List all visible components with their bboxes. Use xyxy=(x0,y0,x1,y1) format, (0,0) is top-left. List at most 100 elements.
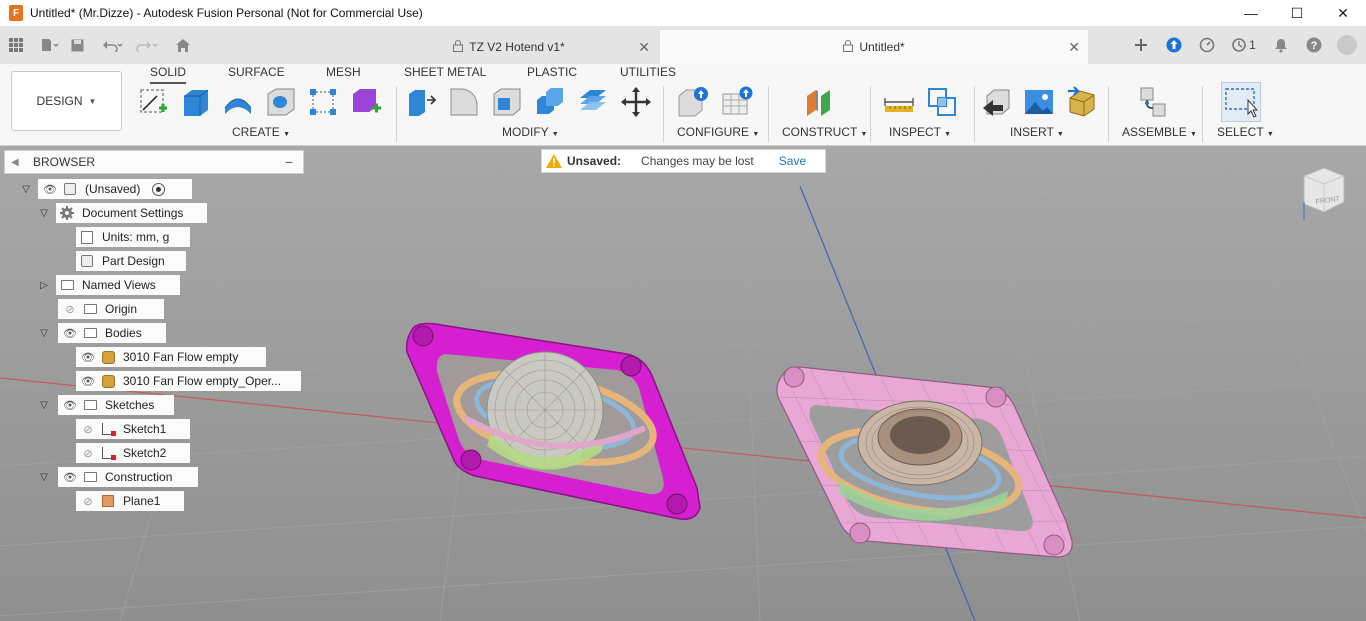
data-panel-grid-icon[interactable] xyxy=(5,34,27,56)
chevron-down-icon[interactable]: ▽ xyxy=(20,183,32,195)
create-menu[interactable]: CREATE ▼ xyxy=(232,125,290,139)
undo-icon[interactable] xyxy=(102,34,124,56)
user-avatar[interactable] xyxy=(1336,34,1358,56)
create-form-icon[interactable] xyxy=(350,86,382,118)
maximize-button[interactable]: ☐ xyxy=(1274,0,1320,26)
tab-untitled[interactable]: Untitled* ✕ xyxy=(660,30,1088,64)
chevron-down-icon: ▼ xyxy=(1190,131,1197,138)
visibility-hidden-icon[interactable]: ⊘ xyxy=(81,494,95,508)
configuration-table-icon[interactable] xyxy=(721,86,753,118)
visibility-eye-icon[interactable]: 👁 xyxy=(63,398,77,412)
tab-label: Untitled* xyxy=(859,40,905,54)
visibility-eye-icon[interactable]: 👁 xyxy=(63,326,77,340)
chevron-right-icon[interactable]: ▷ xyxy=(38,279,50,291)
tree-units[interactable]: Units: mm, g xyxy=(76,227,190,247)
construct-menu[interactable]: CONSTRUCT ▼ xyxy=(782,125,867,139)
workspace-switcher[interactable]: DESIGN ▼ xyxy=(11,71,122,131)
visibility-hidden-icon[interactable]: ⊘ xyxy=(81,446,95,460)
assemble-menu[interactable]: ASSEMBLE ▼ xyxy=(1122,125,1197,139)
tab-sheet-metal[interactable]: SHEET METAL xyxy=(404,65,486,79)
interference-icon[interactable] xyxy=(926,86,958,118)
modify-menu[interactable]: MODIFY ▼ xyxy=(502,125,559,139)
visibility-eye-icon[interactable]: 👁 xyxy=(63,470,77,484)
browser-panel-header[interactable]: ◀ BROWSER − xyxy=(4,150,304,174)
joint-icon[interactable] xyxy=(1139,86,1171,118)
chevron-down-icon[interactable]: ▽ xyxy=(38,207,50,219)
visibility-eye-icon[interactable]: 👁 xyxy=(81,374,95,388)
tab-plastic[interactable]: PLASTIC xyxy=(527,65,577,79)
combine-icon[interactable] xyxy=(534,86,566,118)
insert-mesh-icon[interactable] xyxy=(1066,86,1098,118)
view-cube[interactable]: FRONT xyxy=(1296,160,1348,220)
shell-icon[interactable] xyxy=(491,86,523,118)
revolve-icon[interactable] xyxy=(222,86,254,118)
tree-sketch-2[interactable]: ⊘ Sketch2 xyxy=(76,443,190,463)
tree-origin[interactable]: ⊘ Origin xyxy=(58,299,164,319)
fan-body-magenta[interactable] xyxy=(395,318,715,528)
measure-icon[interactable] xyxy=(883,86,915,118)
new-tab-plus-icon[interactable] xyxy=(1130,34,1152,56)
tree-bodies[interactable]: 👁 Bodies xyxy=(58,323,166,343)
redo-icon[interactable] xyxy=(136,34,158,56)
visibility-eye-icon[interactable]: 👁 xyxy=(81,350,95,364)
tree-construction[interactable]: 👁 Construction xyxy=(58,467,198,487)
tree-plane-1[interactable]: ⊘ Plane1 xyxy=(76,491,184,511)
help-icon[interactable]: ? xyxy=(1303,34,1325,56)
offset-plane-icon[interactable] xyxy=(804,86,836,118)
visibility-hidden-icon[interactable]: ⊘ xyxy=(81,422,95,436)
activate-radio-icon[interactable] xyxy=(152,182,166,196)
insert-derive-icon[interactable] xyxy=(981,86,1013,118)
create-pattern-icon[interactable] xyxy=(307,86,339,118)
fan-body-pink[interactable] xyxy=(770,361,1080,561)
offset-face-icon[interactable] xyxy=(577,86,609,118)
online-status-icon[interactable] xyxy=(1196,34,1218,56)
create-sketch-icon[interactable] xyxy=(137,86,169,118)
fillet-icon[interactable] xyxy=(448,86,480,118)
notifications-bell-icon[interactable] xyxy=(1270,34,1292,56)
panel-collapse-icon[interactable]: ◀ xyxy=(11,157,25,168)
tab-tz-v2-hotend[interactable]: TZ V2 Hotend v1* ✕ xyxy=(360,30,658,64)
tree-part-design[interactable]: Part Design xyxy=(76,251,186,271)
job-status[interactable]: 1 xyxy=(1229,34,1259,56)
inspect-label: INSPECT xyxy=(889,125,941,139)
insert-menu[interactable]: INSERT ▼ xyxy=(1010,125,1064,139)
inspect-menu[interactable]: INSPECT ▼ xyxy=(889,125,951,139)
close-window-button[interactable]: ✕ xyxy=(1320,0,1366,26)
save-link[interactable]: Save xyxy=(779,154,806,168)
close-tab-icon[interactable]: ✕ xyxy=(1068,39,1080,56)
tree-body-2[interactable]: 👁 3010 Fan Flow empty_Oper... xyxy=(76,371,301,391)
visibility-eye-icon[interactable]: 👁 xyxy=(43,182,57,196)
tab-utilities[interactable]: UTILITIES xyxy=(620,65,676,79)
document-icon xyxy=(80,230,94,244)
file-menu-icon[interactable] xyxy=(39,34,61,56)
tab-mesh[interactable]: MESH xyxy=(326,65,361,79)
save-icon[interactable] xyxy=(66,34,88,56)
title-bar: F Untitled* (Mr.Dizze) - Autodesk Fusion… xyxy=(0,0,1366,26)
configure-design-icon[interactable] xyxy=(677,86,709,118)
press-pull-icon[interactable] xyxy=(405,86,437,118)
tree-root[interactable]: 👁 (Unsaved) xyxy=(38,179,192,199)
chevron-down-icon[interactable]: ▽ xyxy=(38,471,50,483)
tree-document-settings[interactable]: Document Settings xyxy=(56,203,207,223)
move-icon[interactable] xyxy=(620,86,652,118)
create-box-icon[interactable] xyxy=(180,86,212,118)
minimize-button[interactable]: — xyxy=(1228,0,1274,26)
configure-menu[interactable]: CONFIGURE ▼ xyxy=(677,125,759,139)
hole-icon[interactable] xyxy=(265,86,297,118)
tree-named-views[interactable]: Named Views xyxy=(56,275,180,295)
close-tab-icon[interactable]: ✕ xyxy=(638,39,650,56)
tree-sketches[interactable]: 👁 Sketches xyxy=(58,395,174,415)
select-menu[interactable]: SELECT ▼ xyxy=(1217,125,1274,139)
chevron-down-icon[interactable]: ▽ xyxy=(38,327,50,339)
chevron-down-icon[interactable]: ▽ xyxy=(38,399,50,411)
tab-solid[interactable]: SOLID xyxy=(150,65,187,84)
select-tool-button[interactable] xyxy=(1221,82,1261,122)
insert-canvas-icon[interactable] xyxy=(1023,86,1055,118)
home-icon[interactable] xyxy=(172,34,194,56)
tab-surface[interactable]: SURFACE xyxy=(228,65,285,79)
tree-sketch-1[interactable]: ⊘ Sketch1 xyxy=(76,419,190,439)
visibility-hidden-icon[interactable]: ⊘ xyxy=(63,302,77,316)
extensions-icon[interactable] xyxy=(1163,34,1185,56)
minimize-panel-icon[interactable]: − xyxy=(285,154,293,170)
tree-body-1[interactable]: 👁 3010 Fan Flow empty xyxy=(76,347,266,367)
